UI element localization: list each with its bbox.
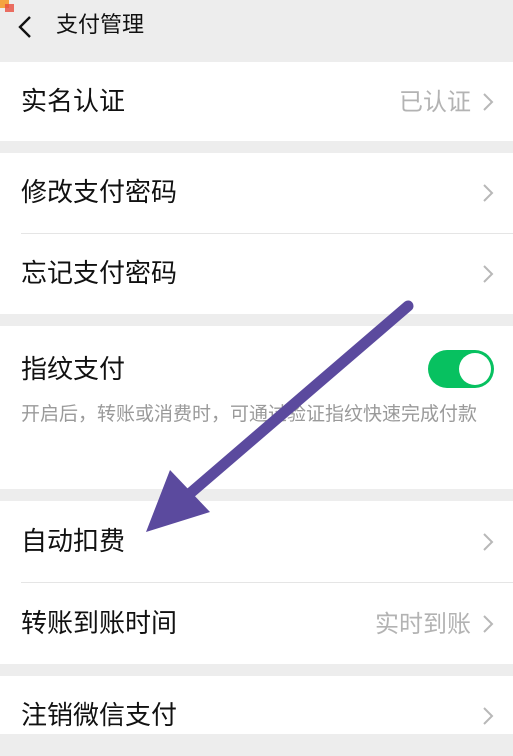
chevron-right-icon	[483, 184, 494, 202]
toggle-knob	[459, 353, 491, 385]
fingerprint-description: 开启后，转账或消费时，可通过验证指纹快速完成付款	[21, 403, 478, 425]
chevron-right-icon	[483, 707, 494, 725]
chevron-left-icon	[18, 16, 31, 38]
card-password: 修改支付密码 忘记支付密码	[0, 153, 513, 314]
back-button[interactable]	[14, 14, 36, 40]
chevron-right-icon	[483, 532, 494, 551]
card-payments: 自动扣费 转账到账时间 实时到账	[0, 501, 513, 664]
chevron-right-icon	[483, 92, 494, 111]
row-change-pay-password[interactable]: 修改支付密码	[0, 153, 513, 233]
row-label: 注销微信支付	[21, 701, 178, 731]
row-label: 转账到账时间	[21, 608, 178, 639]
card-close-pay: 注销微信支付	[0, 676, 513, 734]
card-verify: 实名认证 已认证	[0, 62, 513, 141]
page-title: 支付管理	[56, 13, 145, 38]
row-transfer-arrival-time[interactable]: 转账到账时间 实时到账	[0, 583, 513, 664]
row-close-wechat-pay[interactable]: 注销微信支付	[0, 676, 513, 756]
row-auto-deduct[interactable]: 自动扣费	[0, 501, 513, 582]
row-real-name-verify[interactable]: 实名认证 已认证	[0, 62, 513, 141]
card-fingerprint: 指纹支付 开启后，转账或消费时，可通过验证指纹快速完成付款	[0, 326, 513, 489]
row-forgot-pay-password[interactable]: 忘记支付密码	[0, 234, 513, 314]
row-value: 已认证	[399, 87, 471, 116]
app-badge-icon	[0, 0, 14, 12]
row-label: 自动扣费	[21, 526, 126, 557]
row-label: 修改支付密码	[21, 178, 178, 208]
row-label: 实名认证	[21, 86, 126, 117]
row-value: 实时到账	[375, 609, 471, 638]
chevron-right-icon	[483, 614, 494, 633]
row-label: 指纹支付	[21, 355, 126, 385]
chevron-right-icon	[483, 265, 494, 283]
row-label: 忘记支付密码	[21, 259, 178, 289]
nav-header: 支付管理	[0, 0, 513, 56]
fingerprint-toggle[interactable]	[428, 350, 494, 388]
